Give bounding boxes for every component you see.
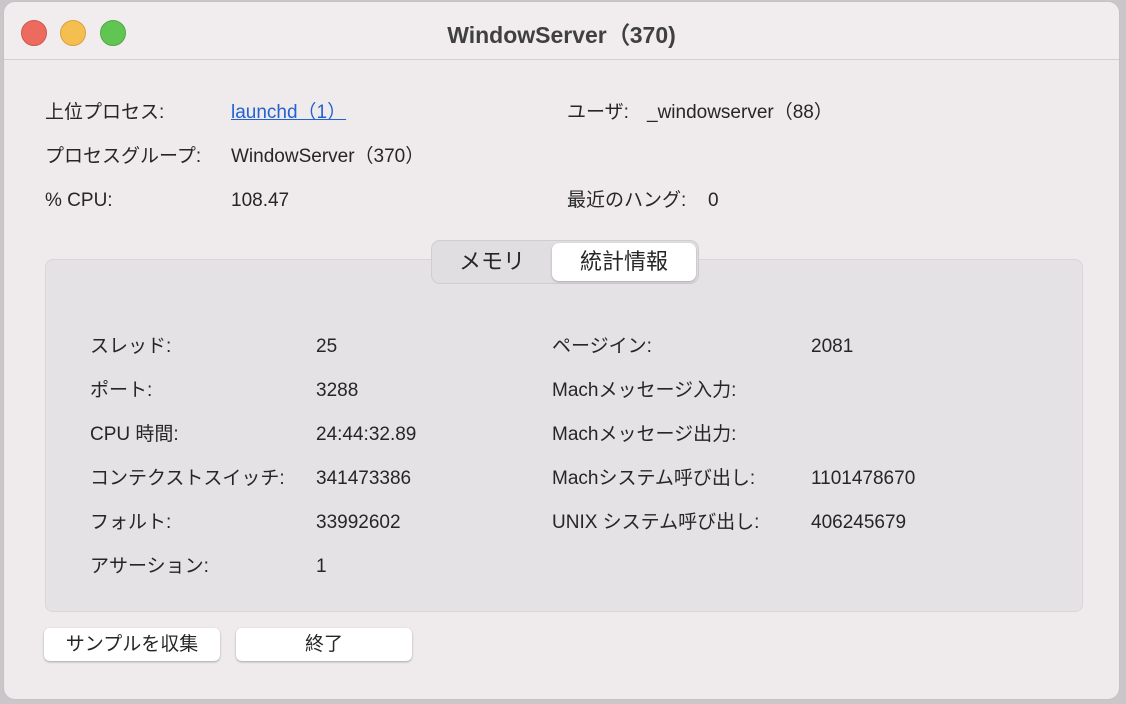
process-info-window: WindowServer（370) 上位プロセス: launchd（1） ユーザ… [3,1,1120,700]
tab-control: メモリ 統計情報 [431,240,699,284]
stat-value: 3288 [316,380,359,401]
stat-value: 1 [316,556,327,577]
user-value: _windowserver（88） [647,102,833,123]
stat-label: Machメッセージ入力: [552,380,737,401]
stat-value: 33992602 [316,512,401,533]
stat-label: ページイン: [552,336,652,357]
sample-process-button[interactable]: サンプルを収集 [44,628,220,661]
tab-memory[interactable]: メモリ [434,243,550,281]
process-group-value: WindowServer（370） [231,146,425,167]
quit-process-button[interactable]: 終了 [236,628,412,661]
stat-label: スレッド: [90,336,172,357]
user-label: ユーザ: [567,102,629,123]
stat-value: 341473386 [316,468,412,489]
stat-value: 25 [316,336,338,357]
stat-label: Machシステム呼び出し: [552,468,756,489]
stat-label: アサーション: [90,556,209,577]
stat-label: Machメッセージ出力: [552,424,737,445]
process-group-label: プロセスグループ: [45,146,202,167]
stat-value: 1101478670 [811,468,916,489]
cpu-label: % CPU: [45,190,113,211]
stat-value: 406245679 [811,512,907,533]
stat-label: ポート: [90,380,153,401]
tab-statistics[interactable]: 統計情報 [552,243,696,281]
window-title: WindowServer（370) [447,22,676,48]
stat-label: フォルト: [90,512,172,533]
cpu-value: 108.47 [231,190,290,211]
recent-hangs-value: 0 [708,190,719,211]
parent-process-link[interactable]: launchd（1） [231,101,346,125]
stat-label: UNIX システム呼び出し: [552,512,760,533]
stat-label: CPU 時間: [90,424,179,445]
stat-value: 2081 [811,336,854,357]
title-bar: WindowServer（370) [4,2,1119,60]
stat-value: 24:44:32.89 [316,424,417,445]
parent-process-label: 上位プロセス: [45,102,165,123]
recent-hangs-label: 最近のハング: [567,190,687,211]
stat-label: コンテクストスイッチ: [90,468,285,489]
